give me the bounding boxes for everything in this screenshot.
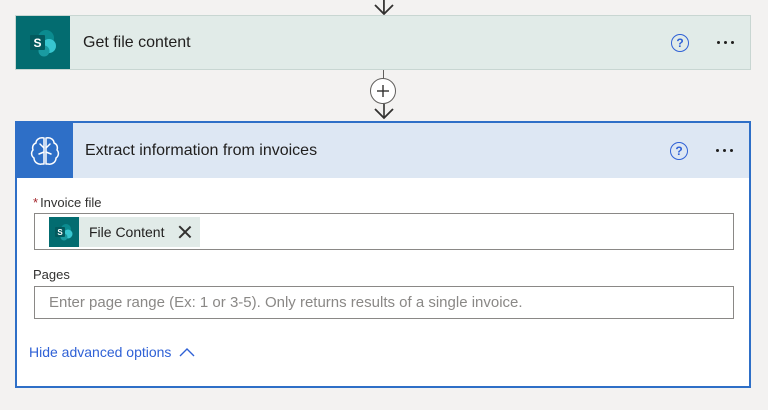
advanced-toggle-label: Hide advanced options — [29, 344, 172, 360]
hide-advanced-options-link[interactable]: Hide advanced options — [29, 344, 195, 360]
required-marker: * — [33, 195, 39, 210]
sharepoint-icon: S — [16, 16, 70, 69]
more-options-icon[interactable] — [716, 149, 733, 152]
invoice-file-label-text: Invoice file — [40, 195, 102, 210]
help-icon[interactable]: ? — [670, 141, 688, 160]
action-card-header[interactable]: Extract information from invoices ? — [17, 123, 749, 178]
pages-placeholder: Enter page range (Ex: 1 or 3-5). Only re… — [49, 294, 523, 311]
pages-input[interactable]: Enter page range (Ex: 1 or 3-5). Only re… — [34, 286, 734, 319]
invoice-file-input[interactable]: S File Content — [34, 213, 734, 250]
invoice-file-label: * Invoice file — [33, 195, 101, 210]
ai-builder-brain-icon — [17, 123, 73, 178]
svg-text:S: S — [57, 228, 63, 237]
arrow-down-icon — [374, 104, 394, 120]
token-label: File Content — [89, 224, 165, 240]
dynamic-content-token[interactable]: S File Content — [49, 217, 201, 247]
action-title: Get file content — [83, 33, 191, 51]
sharepoint-icon: S — [49, 217, 79, 247]
svg-text:S: S — [33, 36, 41, 50]
more-options-icon[interactable] — [717, 41, 734, 44]
help-icon[interactable]: ? — [671, 33, 689, 52]
action-card-get-file-content[interactable]: S Get file content ? — [15, 15, 751, 70]
chevron-up-icon — [179, 348, 195, 357]
close-icon[interactable] — [178, 225, 192, 239]
insert-step-button[interactable] — [370, 78, 396, 104]
arrow-down-icon — [374, 0, 394, 16]
pages-label: Pages — [33, 267, 70, 282]
plus-icon — [377, 85, 389, 97]
action-title: Extract information from invoices — [85, 141, 318, 159]
action-card-extract-invoices: Extract information from invoices ? * Inv… — [15, 121, 751, 388]
